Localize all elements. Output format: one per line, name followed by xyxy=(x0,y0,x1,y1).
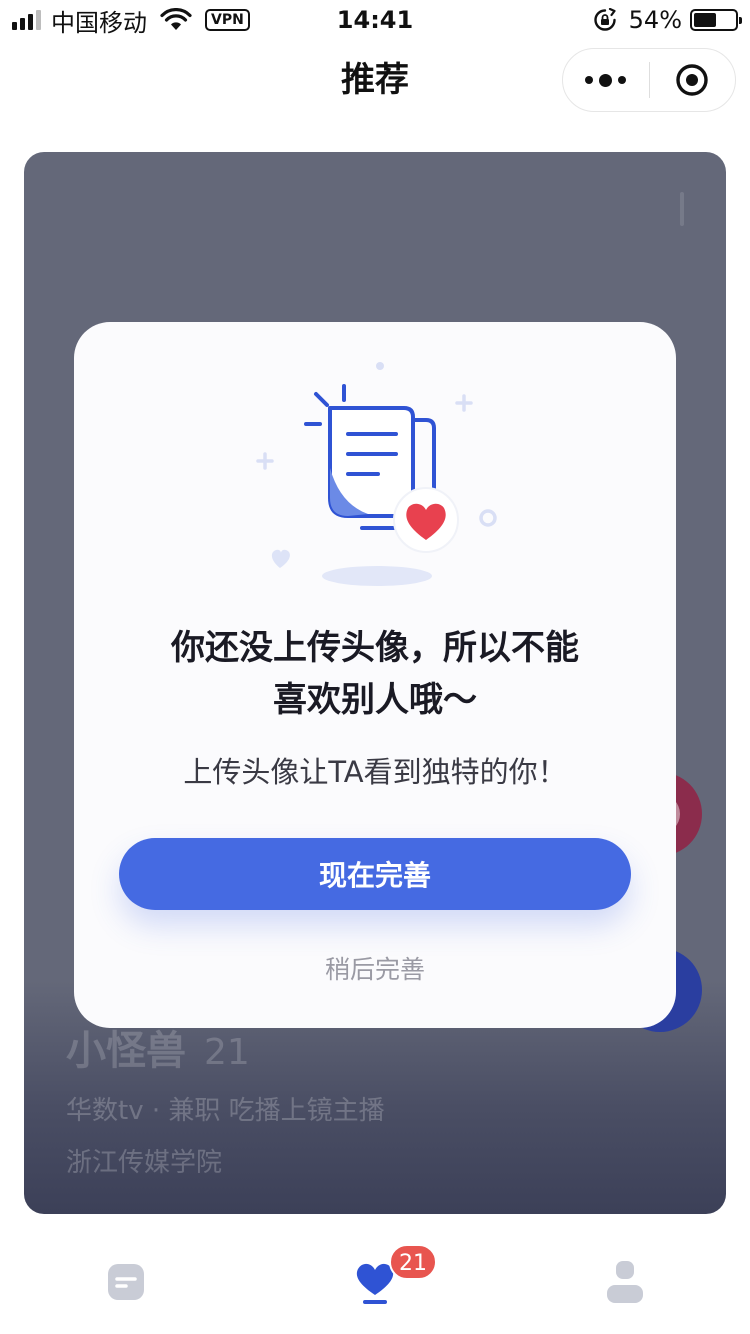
dialog-title-line2: 喜欢别人哦～ xyxy=(273,680,477,720)
navigation-bar: 推荐 xyxy=(0,40,750,120)
dialog-title-line1: 你还没上传头像，所以不能 xyxy=(171,628,579,668)
document-heart-illustration-icon xyxy=(256,362,497,586)
profile-age: 21 xyxy=(204,1032,250,1073)
battery-percent: 54% xyxy=(628,6,682,34)
rotation-lock-icon xyxy=(593,8,616,31)
tab-profile[interactable] xyxy=(565,1230,685,1334)
battery-fill xyxy=(694,13,716,27)
likes-count-badge: 21 xyxy=(389,1244,437,1280)
target-circle-icon xyxy=(676,64,708,96)
dialog-subtitle: 上传头像让TA看到独特的你！ xyxy=(183,755,567,789)
status-bar: 中国移动 VPN 14:41 54% xyxy=(0,0,750,40)
profile-school: 浙江传媒学院 xyxy=(66,1148,223,1178)
profile-job: 华数tv · 兼职 吃播上镜主播 xyxy=(66,1096,385,1126)
complete-now-button[interactable]: 现在完善 xyxy=(119,838,631,910)
close-mini-program-button[interactable] xyxy=(650,49,736,111)
profile-name-text: 小怪兽 xyxy=(66,1028,186,1074)
upload-avatar-dialog: 你还没上传头像，所以不能 喜欢别人哦～ 上传头像让TA看到独特的你！ 现在完善 … xyxy=(74,322,676,1028)
tab-home[interactable] xyxy=(66,1230,186,1334)
home-chat-icon xyxy=(108,1264,144,1300)
user-icon xyxy=(607,1261,643,1303)
card-scroll-indicator xyxy=(680,192,684,226)
tab-likes[interactable]: 21 xyxy=(315,1230,437,1334)
mini-program-capsule xyxy=(562,48,736,112)
tab-bar: 21 xyxy=(0,1230,750,1334)
screen: 中国移动 VPN 14:41 54% 推荐 小怪兽 21 华数tv · 兼职 吃… xyxy=(0,0,750,1334)
more-button[interactable] xyxy=(563,49,649,111)
battery-icon xyxy=(690,9,742,31)
status-right: 54% xyxy=(593,6,742,34)
dialog-title: 你还没上传头像，所以不能 喜欢别人哦～ xyxy=(74,622,676,726)
complete-later-link[interactable]: 稍后完善 xyxy=(74,952,676,988)
